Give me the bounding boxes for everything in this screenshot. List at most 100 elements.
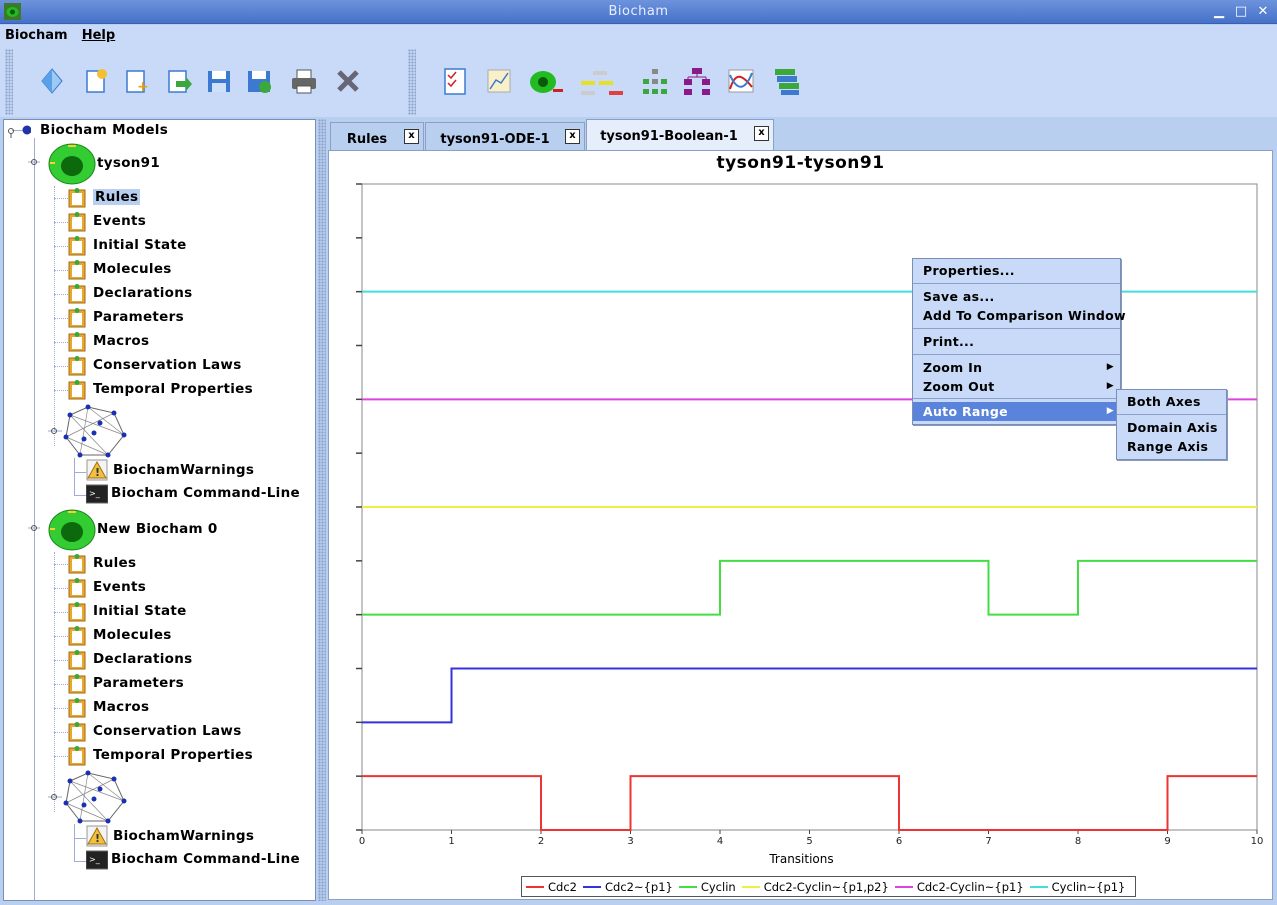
tree-connector — [54, 390, 68, 391]
tree-item-label[interactable]: Rules — [93, 555, 136, 571]
clipboard-icon[interactable] — [68, 332, 86, 352]
clipboard-icon[interactable] — [68, 578, 86, 598]
print-icon[interactable] — [288, 65, 320, 97]
menu-biocham[interactable]: Biocham — [0, 25, 73, 43]
tree-connector — [54, 294, 68, 295]
clipboard-icon[interactable] — [68, 554, 86, 574]
biocham-warnings-label[interactable]: BiochamWarnings — [113, 828, 254, 844]
close-tab-icon[interactable]: x — [404, 129, 419, 144]
hierarchy-icon[interactable] — [681, 65, 713, 97]
menu-item-zoom-out[interactable]: Zoom Out ▶ — [913, 377, 1120, 396]
toolbar-grip[interactable] — [5, 49, 13, 115]
menu-item-zoom-in[interactable]: Zoom In ▶ — [913, 358, 1120, 377]
biocham-warnings-label[interactable]: BiochamWarnings — [113, 462, 254, 478]
model-icon[interactable] — [28, 142, 96, 186]
tree-toggle-icon[interactable] — [7, 124, 31, 138]
add-file-icon[interactable]: + — [120, 65, 152, 97]
menu-item-range-axis[interactable]: Range Axis — [1117, 437, 1226, 456]
tree-item-label[interactable]: Temporal Properties — [93, 747, 253, 763]
tree-connector — [54, 660, 68, 661]
terminal-icon[interactable]: >_ — [86, 850, 108, 870]
clipboard-icon[interactable] — [68, 356, 86, 376]
clipboard-icon[interactable] — [68, 260, 86, 280]
save-all-icon[interactable] — [243, 65, 275, 97]
warning-icon[interactable]: ! — [86, 825, 108, 847]
tree-item-label[interactable]: Parameters — [93, 309, 184, 325]
chart-panel[interactable]: tyson91-tyson91 0 1 2 3 4 5 6 7 8 9 10 Transitions… — [328, 150, 1273, 900]
model-name[interactable]: New Biocham 0 — [97, 521, 218, 537]
tree-root-label[interactable]: Biocham Models — [40, 122, 168, 138]
terminal-icon[interactable]: >_ — [86, 484, 108, 504]
new-model-icon[interactable] — [80, 65, 112, 97]
clipboard-icon[interactable] — [68, 674, 86, 694]
menu-item-add-to-comparison[interactable]: Add To Comparison Window — [913, 306, 1126, 325]
x-tick-label: 8 — [1075, 836, 1081, 847]
close-tab-icon[interactable]: x — [754, 126, 769, 141]
minimize-icon[interactable]: ▁ — [1210, 3, 1228, 21]
tab-tyson91-boolean-1[interactable]: tyson91-Boolean-1 x — [586, 119, 774, 151]
clipboard-icon[interactable] — [68, 746, 86, 766]
toolbar-grip-2[interactable] — [408, 49, 416, 115]
clipboard-icon[interactable] — [68, 284, 86, 304]
submenu-arrow-icon: ▶ — [1106, 406, 1114, 416]
tree-diagram-icon[interactable] — [639, 65, 671, 97]
tree-item-label[interactable]: Molecules — [93, 261, 172, 277]
model-icon[interactable] — [28, 508, 96, 552]
clipboard-icon[interactable] — [68, 698, 86, 718]
tree-item-label[interactable]: Events — [93, 579, 146, 595]
tree-item-label[interactable]: Molecules — [93, 627, 172, 643]
tree-item-label[interactable]: Macros — [93, 699, 149, 715]
tree-item-label[interactable]: Events — [93, 213, 146, 229]
menu-item-save-as[interactable]: Save as... — [913, 287, 1120, 306]
menu-help[interactable]: Help — [77, 25, 120, 43]
split-pane-divider[interactable] — [318, 119, 326, 901]
clipboard-icon[interactable] — [68, 626, 86, 646]
boolean-plot[interactable]: 0 1 2 3 4 5 6 7 8 9 10 — [329, 151, 1272, 899]
menu-item-domain-axis[interactable]: Domain Axis — [1117, 418, 1226, 437]
tree-item-label[interactable]: Initial State — [93, 603, 187, 619]
remove-model-icon[interactable] — [527, 65, 565, 97]
clipboard-icon[interactable] — [68, 380, 86, 400]
close-model-icon[interactable] — [332, 65, 364, 97]
plot-icon[interactable] — [483, 65, 515, 97]
checklist-icon[interactable] — [439, 65, 471, 97]
close-tab-icon[interactable]: x — [565, 129, 580, 144]
network-graph-icon[interactable] — [48, 403, 128, 459]
menu-item-properties[interactable]: Properties... — [913, 261, 1120, 280]
tree-item-label[interactable]: Declarations — [93, 651, 192, 667]
clipboard-icon[interactable] — [68, 212, 86, 232]
clipboard-icon[interactable] — [68, 308, 86, 328]
menu-item-print[interactable]: Print... — [913, 332, 1120, 351]
tree-item-label[interactable]: Declarations — [93, 285, 192, 301]
save-icon[interactable] — [203, 65, 235, 97]
model-name[interactable]: tyson91 — [97, 155, 160, 171]
clipboard-icon[interactable] — [68, 602, 86, 622]
clipboard-icon[interactable] — [68, 650, 86, 670]
command-line-label[interactable]: Biocham Command-Line — [111, 485, 300, 501]
tree-item-label[interactable]: Macros — [93, 333, 149, 349]
command-line-label[interactable]: Biocham Command-Line — [111, 851, 300, 867]
tree-item-label[interactable]: Conservation Laws — [93, 723, 242, 739]
tree-item-label[interactable]: Parameters — [93, 675, 184, 691]
tree-item-label[interactable]: Initial State — [93, 237, 187, 253]
tab-tyson91-ode-1[interactable]: tyson91-ODE-1 x — [425, 122, 585, 151]
biocham-diamond-icon[interactable] — [36, 65, 68, 97]
clipboard-icon[interactable] — [68, 722, 86, 742]
maximize-icon[interactable]: □ — [1232, 3, 1250, 21]
menu-item-auto-range[interactable]: Auto Range ▶ — [913, 402, 1120, 421]
tree-item-label[interactable]: Rules — [93, 189, 141, 205]
open-file-icon[interactable] — [162, 65, 194, 97]
close-window-icon[interactable]: ✕ — [1254, 3, 1272, 21]
tree-item-label[interactable]: Temporal Properties — [93, 381, 253, 397]
network-graph-icon[interactable] — [48, 769, 128, 825]
compare-plot-icon[interactable] — [725, 65, 757, 97]
warning-icon[interactable]: ! — [86, 459, 108, 481]
clipboard-icon[interactable] — [68, 236, 86, 256]
stack-icon[interactable] — [771, 65, 803, 97]
hierarchy-remove-icon[interactable] — [579, 65, 627, 97]
tree-item-label[interactable]: Conservation Laws — [93, 357, 242, 373]
legend-label: Cdc2 — [548, 879, 577, 894]
menu-item-both-axes[interactable]: Both Axes — [1117, 392, 1226, 411]
tab-rules[interactable]: Rules x — [330, 122, 424, 151]
clipboard-icon[interactable] — [68, 188, 86, 208]
